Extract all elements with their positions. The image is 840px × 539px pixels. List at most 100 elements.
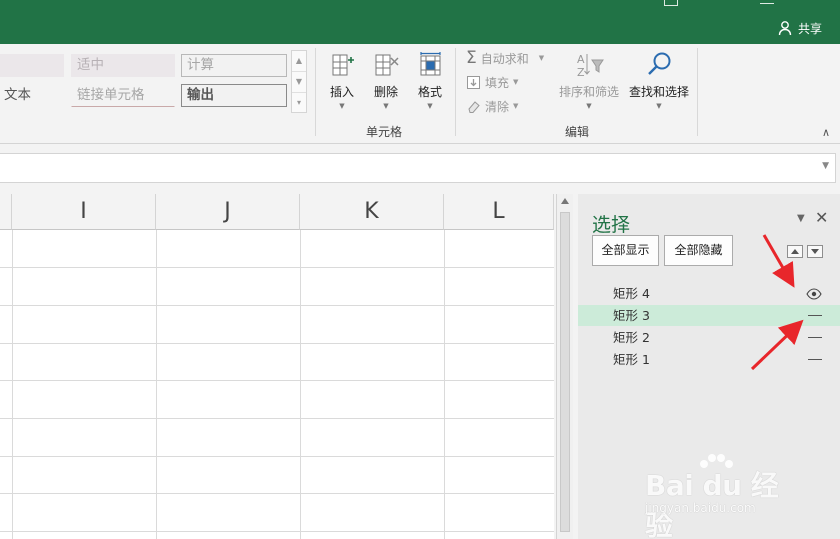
row-gridline	[0, 456, 554, 457]
gallery-down-icon[interactable]: ▼	[292, 72, 306, 93]
close-icon[interactable]	[808, 0, 822, 6]
share-button[interactable]: 共享	[774, 16, 828, 40]
row-gridline	[0, 531, 554, 532]
style-explanatory-text[interactable]: 文本	[0, 84, 64, 107]
triangle-down-icon	[811, 249, 819, 254]
bring-forward-button[interactable]	[787, 245, 803, 258]
sigma-icon: Σ	[466, 48, 477, 68]
share-label: 共享	[797, 21, 822, 36]
insert-cells-icon	[332, 54, 354, 76]
formula-bar[interactable]: ▼	[0, 153, 836, 183]
autosum-label: 自动求和	[480, 51, 529, 66]
delete-label: 删除	[373, 85, 398, 99]
svg-text:Z: Z	[577, 66, 585, 79]
sort-filter-icon: A Z	[577, 53, 604, 79]
find-select-label: 查找和选择	[628, 85, 689, 99]
fill-button[interactable]: 填充 ▼	[466, 72, 518, 92]
person-icon	[778, 21, 792, 36]
style-output[interactable]: 输出	[181, 84, 287, 107]
sort-dropdown-icon: ▼	[586, 102, 592, 110]
shape-list-item[interactable]: 矩形 4	[578, 283, 840, 304]
delete-dropdown-icon: ▼	[383, 102, 389, 110]
insert-dropdown-icon: ▼	[339, 102, 345, 110]
column-gridline	[156, 230, 157, 539]
minimize-icon[interactable]	[760, 0, 774, 4]
column-header[interactable]	[0, 194, 12, 230]
row-gridline	[0, 418, 554, 419]
fill-dropdown-icon: ▼	[513, 78, 519, 86]
insert-label: 插入	[329, 85, 354, 99]
close-icon[interactable]: ✕	[815, 208, 828, 227]
column-header-i[interactable]: I	[12, 194, 156, 230]
column-header-j[interactable]: J	[156, 194, 300, 230]
eraser-icon	[468, 100, 480, 113]
eye-icon[interactable]	[805, 283, 823, 304]
format-label: 格式	[417, 85, 442, 99]
shape-name: 矩形 4	[613, 286, 650, 301]
shape-list-item[interactable]: 矩形 1	[578, 349, 840, 370]
selection-pane-title: 选择	[592, 214, 631, 236]
row-gridline	[0, 493, 554, 494]
ribbon-display-icon[interactable]	[664, 0, 678, 6]
hidden-dash-icon[interactable]	[808, 315, 822, 316]
style-calculation[interactable]: 计算	[181, 54, 287, 77]
worksheet-grid[interactable]: I J K L	[0, 194, 554, 539]
triangle-up-icon	[791, 249, 799, 254]
pane-options-icon[interactable]: ▼	[797, 213, 805, 224]
column-gridline	[12, 230, 13, 539]
format-cells-icon	[420, 52, 441, 76]
shape-list-item[interactable]: 矩形 2	[578, 327, 840, 348]
show-all-button[interactable]: 全部显示	[592, 235, 659, 266]
row-gridline	[0, 343, 554, 344]
shape-list-item-selected[interactable]: 矩形 3	[578, 305, 840, 326]
column-header-l[interactable]: L	[444, 194, 554, 230]
shape-name: 矩形 2	[613, 330, 650, 345]
insert-button[interactable]: 插入 ▼	[321, 48, 363, 118]
gallery-more-icon[interactable]: ▾	[292, 93, 306, 114]
autosum-button[interactable]: Σ 自动求和 ▼	[466, 48, 544, 68]
magnifier-icon	[648, 52, 671, 75]
clear-dropdown-icon: ▼	[513, 102, 519, 110]
scroll-up-icon[interactable]	[561, 198, 569, 204]
find-dropdown-icon: ▼	[656, 102, 662, 110]
vertical-scrollbar[interactable]	[556, 194, 573, 539]
style-neutral[interactable]: 适中	[71, 54, 175, 77]
row-gridline	[0, 267, 554, 268]
group-separator	[697, 48, 698, 136]
title-bar: 共享	[0, 0, 840, 44]
style-linked-cell[interactable]: 链接单元格	[71, 84, 175, 107]
row-gridline	[0, 305, 554, 306]
find-select-button[interactable]: 查找和选择 ▼	[625, 48, 693, 118]
delete-button[interactable]: 删除 ▼	[365, 48, 407, 118]
sort-filter-label: 排序和筛选	[558, 85, 619, 99]
gallery-up-icon[interactable]: ▲	[292, 51, 306, 72]
send-backward-button[interactable]	[807, 245, 823, 258]
styles-gallery-scroll[interactable]: ▲ ▼ ▾	[291, 50, 307, 113]
row-gridline	[0, 380, 554, 381]
expand-formula-icon[interactable]: ▼	[822, 161, 829, 171]
fill-label: 填充	[485, 75, 510, 90]
shape-name: 矩形 3	[613, 308, 650, 323]
autosum-dropdown-icon: ▼	[538, 54, 545, 62]
column-gridline	[300, 230, 301, 539]
column-gridline	[444, 230, 445, 539]
hidden-dash-icon[interactable]	[808, 337, 822, 338]
hidden-dash-icon[interactable]	[808, 359, 822, 360]
ribbon: 适中 计算 文本 链接单元格 输出 ▲ ▼ ▾ 插入 ▼ 删除 ▼ 格式 ▼ 单…	[0, 44, 840, 144]
hide-all-button[interactable]: 全部隐藏	[664, 235, 733, 266]
group-separator	[315, 48, 316, 136]
clear-button[interactable]: 清除 ▼	[466, 96, 518, 116]
sort-filter-button[interactable]: A Z 排序和筛选 ▼	[557, 48, 621, 118]
fill-down-icon	[467, 75, 480, 89]
shape-name: 矩形 1	[613, 352, 650, 367]
collapse-ribbon-icon[interactable]: ∧	[822, 126, 830, 139]
style-swatch-left-top[interactable]	[0, 54, 64, 77]
baidu-watermark: Bai du 经验 jingyan.baidu.com	[645, 452, 805, 539]
cells-group-label: 单元格	[366, 125, 403, 139]
scroll-thumb[interactable]	[560, 212, 570, 532]
watermark-url: jingyan.baidu.com	[645, 501, 756, 515]
format-button[interactable]: 格式 ▼	[409, 48, 451, 118]
svg-text:A: A	[577, 53, 585, 66]
delete-cells-icon	[375, 54, 399, 76]
column-header-k[interactable]: K	[300, 194, 444, 230]
